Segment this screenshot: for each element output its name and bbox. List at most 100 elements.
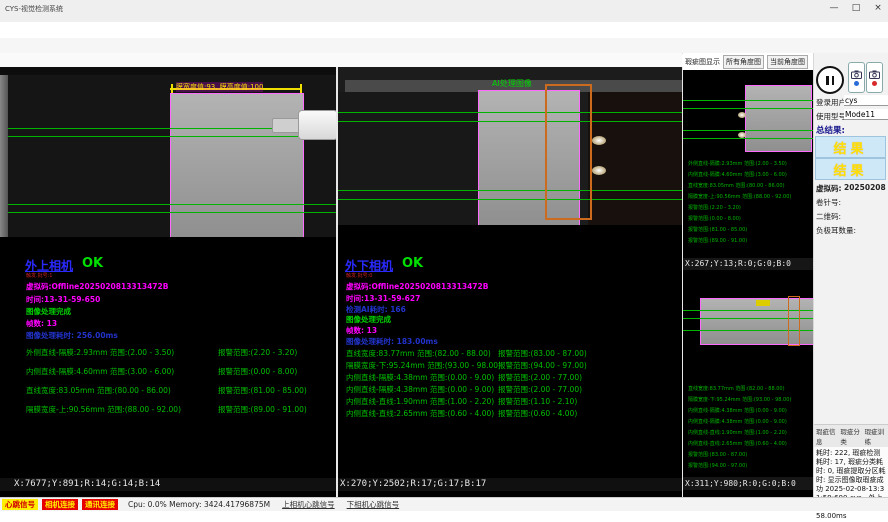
virtual-barcode-value: 20250208 [844,183,886,192]
thumb-text-line: 报警范围:(0.00 - 8.00) [688,215,741,222]
left-pixel-coords: X:7677;Y:891;R:14;G:14;B:14 [0,478,336,491]
machine-edge [0,75,8,237]
mid-done-text: 图像处理完成 [346,314,391,325]
mid-camera-ok-status: OK [402,256,423,271]
mid-pixel-coords: X:270;Y:2502;R:17;G:17;B:17 [338,478,682,491]
left-alarm-row: 报警范围:(0.00 - 8.00) [218,366,297,377]
left-measure-row: 隔膜宽度-上:90.56mm 范围:(88.00 - 92.00) [26,404,181,415]
maximize-button[interactable]: □ [850,3,862,13]
tab-current-angle[interactable]: 当前角度图 [767,55,808,69]
mid-alarm-row: 报警范围:(2.00 - 77.00) [498,384,582,395]
yellow-mark [756,300,770,306]
thumb-text-line: 报警范围:(2.20 - 3.20) [688,204,741,211]
left-trigger-text: 触发.批号:1 [26,272,52,279]
bright-spot [592,136,606,145]
mid-alarm-row: 报警范围:(2.00 - 77.00) [498,372,582,383]
left-camera-image[interactable]: 膜宽度值:93, 膜高度值:100 [0,67,336,237]
upper-camera-button[interactable] [848,62,865,93]
mid-measure-row: 内侧直线-直线:2.65mm 范围:(0.60 - 4.00) [346,408,494,419]
left-alarm-row: 报警范围:(89.00 - 91.00) [218,404,307,415]
mid-trigger-text: 触发.批号:0 [346,272,372,279]
green-measure-line [338,199,682,200]
camera-icon [851,70,862,79]
minimize-button[interactable]: — [828,3,840,13]
green-measure-line [8,136,336,137]
login-user-input[interactable] [844,95,888,106]
left-measure-row: 内侧直线-隔膜:4.60mm 范围:(3.00 - 6.00) [26,366,174,377]
left-alarm-row: 报警范围:(2.20 - 3.20) [218,347,297,358]
left-image-overlay-label: 膜宽度值:93, 膜高度值:100 [176,82,263,92]
upper-cam-heartbeat-link[interactable]: 上相机心跳信号 [282,499,335,510]
camera-link-badge: 相机连接 [42,499,78,510]
thumb-text-line: 报警范围:(81.00 - 85.00) [688,226,747,233]
green-measure-line [683,130,813,131]
mid-image-overlay-label: AI处理图像 [492,78,532,89]
thumb-text-line: 内侧直线-隔膜:4.38mm 范围:(0.00 - 9.00) [688,407,787,414]
window-controls: — □ × [828,3,884,13]
bright-spot [592,166,606,175]
mid-alarm-row: 报警范围:(0.60 - 4.00) [498,408,577,419]
mid-alarm-row: 报警范围:(94.00 - 97.00) [498,360,587,371]
mid-measure-row: 内侧直线-隔膜:4.38mm 范围:(0.00 - 9.00) [346,384,494,395]
result-badge-1: 结果 [815,136,886,158]
green-measure-line [338,190,682,191]
green-measure-line [683,138,813,139]
defect-view-header: 瑕疵图显示 所有角度图 当前角度图 [683,53,813,70]
mid-alarm-row: 报警范围:(1.10 - 2.10) [498,396,577,407]
left-measure-row: 直线宽度:83.05mm 范围:(80.00 - 86.00) [26,385,171,396]
green-measure-line [8,212,336,213]
lower-cam-heartbeat-link[interactable]: 下相机心跳信号 [347,499,400,510]
thumb-text-line: 内侧直线-直线:1.90mm 范围:(1.00 - 2.20) [688,429,787,436]
mid-elapsed-text: 图像处理耗时: 183.00ms [346,336,438,347]
thumb-cell [745,85,812,152]
mid-camera-image[interactable]: AI处理图像 [338,67,682,225]
thumb-text-line: 直线宽度:83.77mm 范围:(82.00 - 88.00) [688,385,785,392]
log-tab-defect-train[interactable]: 瑕疵训练 [865,426,886,446]
thumb-text-line: 报警范围:(89.00 - 91.00) [688,237,747,244]
pause-button[interactable] [816,66,844,94]
mid-measure-row: 直线宽度:83.77mm 范围:(82.00 - 88.00) [346,348,491,359]
bright-spot [738,132,746,138]
cpu-memory-status: Cpu: 0.0% Memory: 3424.41796875M [128,500,270,509]
mid-time-text: 时间:13-31-59-627 [346,293,420,304]
comm-link-badge: 通讯连接 [82,499,118,510]
lower-camera-button[interactable] [866,62,883,93]
mid-measure-row: 内侧直线-直线:1.90mm 范围:(1.00 - 2.20) [346,396,494,407]
left-camera-ok-status: OK [82,256,103,271]
mid-frames-text: 帧数: 13 [346,325,377,336]
title-bar: CYS-视觉检测系统 — □ × [0,0,888,23]
blue-status-dot [854,81,859,86]
thumb-text-line: 内侧直线-直线:2.65mm 范围:(0.60 - 4.00) [688,440,787,447]
defect-log-panel: 瑕疵信息 瑕疵分类 瑕疵训练 耗时: 222, 瑕疵检测耗时: 17, 瑕疵分类… [814,424,888,498]
bright-spot [738,112,746,118]
green-measure-line [8,204,336,205]
toolbar: 相机配置 AI使用配置 相机调试 高级设置 点检设置 ▾ 图像处理 ▾ 基准线参… [0,53,682,67]
tab-all-angles[interactable]: 所有角度图 [723,55,764,69]
app-window: CYS-视觉检测系统 — □ × 系统配置 相机配置 通讯配置 IO手动配置 ▾… [0,0,888,522]
camera-icon [869,70,880,79]
status-bar: 心跳信号 相机连接 通讯连接 Cpu: 0.0% Memory: 3424.41… [0,497,888,511]
heartbeat-badge: 心跳信号 [2,499,38,510]
mid-measure-row: 内侧直线-隔膜:4.38mm 范围:(0.00 - 9.00) [346,372,494,383]
left-done-text: 图像处理完成 [26,306,71,317]
thumb-text-line: 外侧直线-隔膜:2.93mm 范围:(2.00 - 3.50) [688,160,787,167]
pause-icon [826,76,829,85]
cell-region [170,93,304,237]
thumbnail-top[interactable]: 外侧直线-隔膜:2.93mm 范围:(2.00 - 3.50) 内侧直线-隔膜:… [683,70,813,258]
thumb-top-coords: X:267;Y:13;R:0;G:0;B:0 [683,258,813,270]
mid-alarm-row: 报警范围:(83.00 - 87.00) [498,348,587,359]
green-measure-line [683,100,813,101]
close-button[interactable]: × [872,3,884,13]
thumb-text-line: 报警范围:(94.00 - 97.00) [688,462,747,469]
window-title: CYS-视觉检测系统 [5,4,63,14]
mid-measure-row: 隔膜宽度-下:95.24mm 范围:(93.00 - 98.00) [346,360,501,371]
virtual-barcode-label: 虚拟码: [816,183,842,194]
thumbnail-bottom[interactable]: 直线宽度:83.77mm 范围:(82.00 - 88.00) 隔膜宽度-下:9… [683,271,813,477]
model-input[interactable] [844,109,888,120]
green-measure-line [683,108,813,109]
qr-code-label: 二维码: [816,211,841,222]
thumb-bottom-coords: X:311;Y:980;R:0;G:0;B:0 [683,477,813,490]
thumb-text-line: 隔膜宽度-下:95.24mm 范围:(93.00 - 98.00) [688,396,791,403]
log-tab-defect-class[interactable]: 瑕疵分类 [840,426,861,446]
log-tab-defect-info[interactable]: 瑕疵信息 [816,426,837,446]
